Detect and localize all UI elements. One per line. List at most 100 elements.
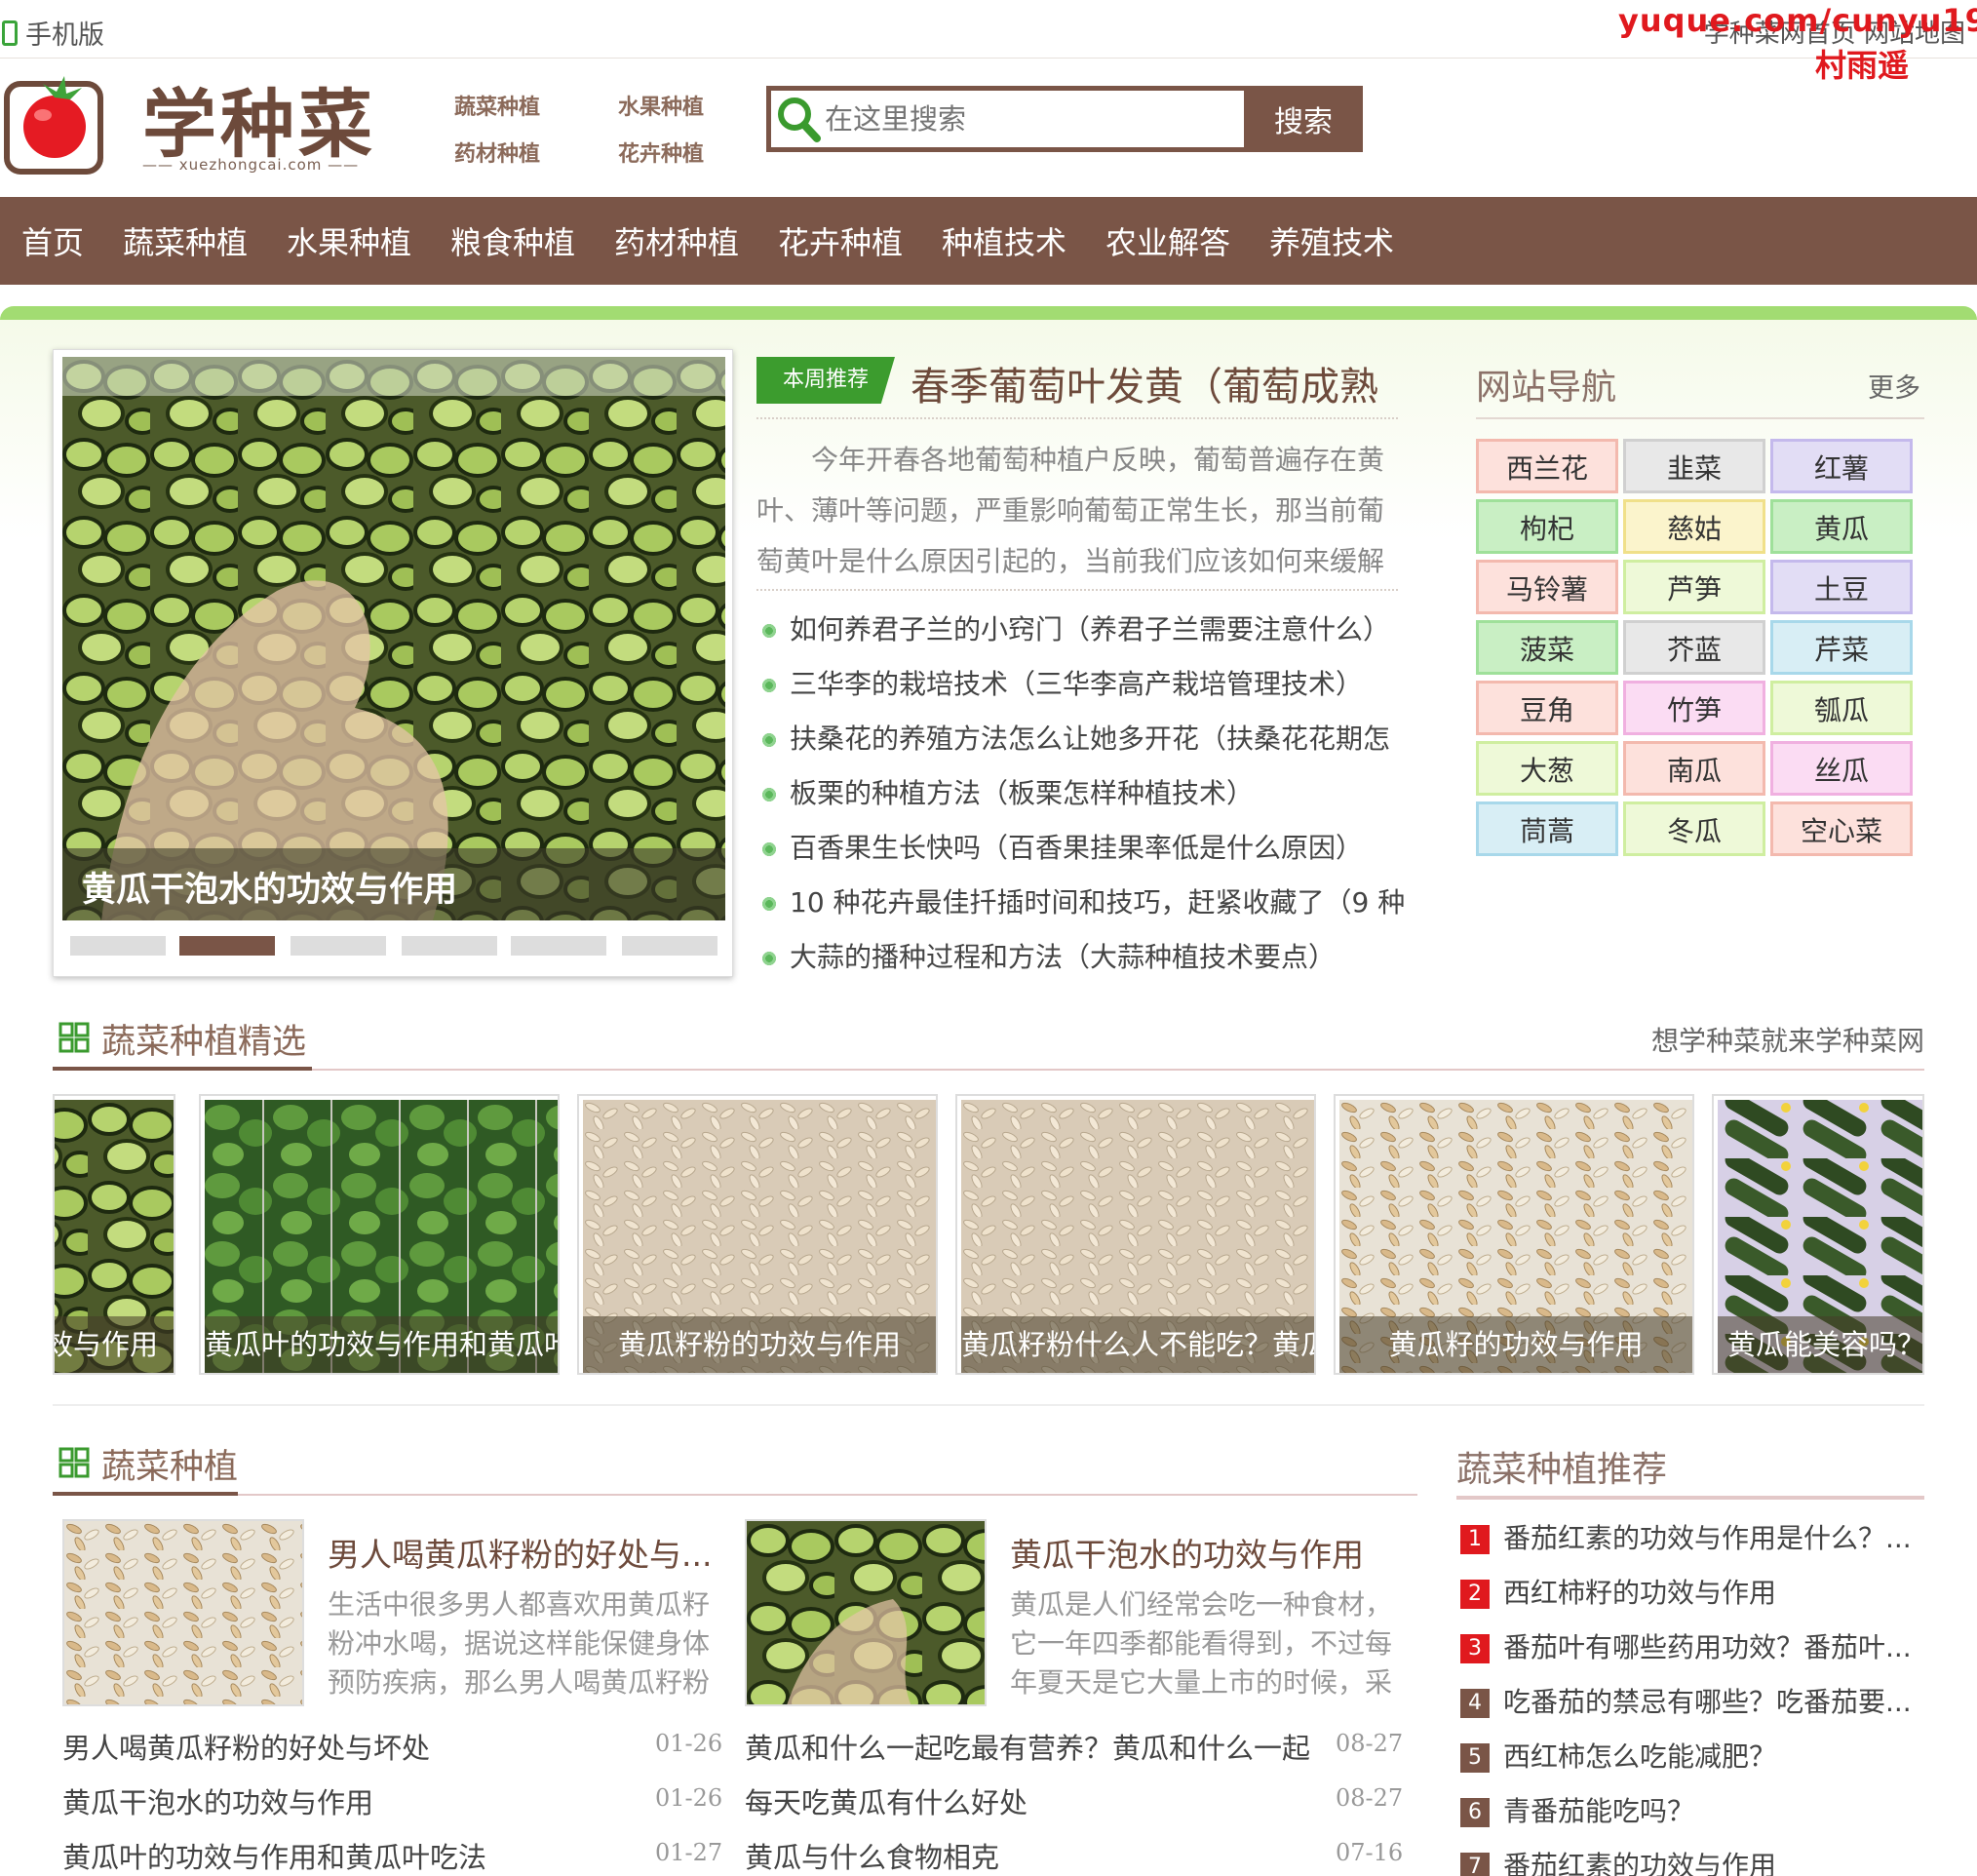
rank-badge: 6 xyxy=(1460,1798,1490,1827)
article-date: 01-26 xyxy=(655,1730,723,1757)
grid-icon xyxy=(58,1022,90,1053)
site-nav-tile[interactable]: 南瓜 xyxy=(1623,741,1765,796)
site-nav-tile[interactable]: 芦笋 xyxy=(1623,560,1765,614)
article-link[interactable]: 黄瓜和什么一起吃最有营养？黄瓜和什么一起 xyxy=(745,1726,1310,1767)
bullet-icon xyxy=(760,895,778,913)
section-title-vegetable: 蔬菜种植 xyxy=(101,1448,239,1487)
article-title[interactable]: 男人喝黄瓜籽粉的好处与... xyxy=(328,1529,712,1576)
site-nav-tile[interactable]: 豆角 xyxy=(1476,681,1618,735)
featured-list-item[interactable]: 百香果生长快吗（百香果挂果率低是什么原因） xyxy=(760,827,1404,866)
recommend-text: 吃番茄的禁忌有哪些？吃番茄要... xyxy=(1503,1686,1912,1718)
nav-home[interactable]: 首页 xyxy=(21,218,84,263)
nav-grain[interactable]: 粮食种植 xyxy=(450,218,575,263)
tomato-logo-icon[interactable] xyxy=(4,70,105,176)
site-nav-tile[interactable]: 冬瓜 xyxy=(1623,801,1765,856)
search-button[interactable]: 搜索 xyxy=(1244,86,1363,152)
article-date: 07-16 xyxy=(1336,1839,1404,1866)
nav-flower[interactable]: 花卉种植 xyxy=(778,218,903,263)
site-nav-tile[interactable]: 菠菜 xyxy=(1476,620,1618,675)
article-title[interactable]: 黄瓜干泡水的功效与作用 xyxy=(1010,1529,1364,1576)
recommend-item[interactable]: 7 番茄红素的功效与作用 xyxy=(1460,1845,1776,1876)
featured-list-item[interactable]: 三华李的栽培技术（三华李高产栽培管理技术） xyxy=(760,663,1404,702)
nav-herb[interactable]: 药材种植 xyxy=(614,218,739,263)
recommend-item[interactable]: 5 西红柿怎么吃能减肥？ xyxy=(1460,1736,1776,1775)
nav-qa[interactable]: 农业解答 xyxy=(1105,218,1230,263)
site-nav-tile[interactable]: 慈姑 xyxy=(1623,499,1765,554)
article-link[interactable]: 黄瓜与什么食物相克 xyxy=(745,1835,999,1876)
item-text: 扶桑花的养殖方法怎么让她多开花（扶桑花花期怎 xyxy=(790,723,1391,755)
site-nav-tile[interactable]: 竹笋 xyxy=(1623,681,1765,735)
header-link-herb[interactable]: 药材种植 xyxy=(454,137,540,168)
selected-card[interactable]: 黄瓜籽的功效与作用 xyxy=(1334,1094,1694,1375)
site-nav-tile[interactable]: 马铃薯 xyxy=(1476,560,1618,614)
rank-badge: 4 xyxy=(1460,1689,1490,1718)
article-link[interactable]: 男人喝黄瓜籽粉的好处与坏处 xyxy=(62,1726,430,1767)
slide-dot-active[interactable] xyxy=(179,936,275,956)
recommend-item[interactable]: 1 番茄红素的功效与作用是什么？... xyxy=(1460,1517,1912,1556)
recommend-item[interactable]: 6 青番茄能吃吗？ xyxy=(1460,1790,1694,1829)
selected-card[interactable]: 黄瓜叶的功效与作用和黄瓜叶吃法 xyxy=(199,1094,560,1375)
site-nav-tile[interactable]: 空心菜 xyxy=(1770,801,1913,856)
slide-dot[interactable] xyxy=(70,936,166,956)
article-link[interactable]: 黄瓜叶的功效与作用和黄瓜叶吃法 xyxy=(62,1835,486,1876)
slideshow-image[interactable] xyxy=(62,357,725,920)
card-caption: 黄瓜籽粉的功效与作用 xyxy=(583,1316,936,1373)
phone-icon xyxy=(2,20,18,46)
search-input[interactable] xyxy=(825,96,1234,142)
recommend-title: 蔬菜种植推荐 xyxy=(1456,1450,1668,1490)
site-nav-tile[interactable]: 红薯 xyxy=(1770,439,1913,493)
selected-card[interactable]: 黄瓜籽粉的功效与作用 xyxy=(577,1094,938,1375)
nav-vegetable[interactable]: 蔬菜种植 xyxy=(123,218,248,263)
selected-card[interactable]: 黄瓜干泡水的功效与作用 xyxy=(53,1094,175,1375)
site-nav-more-link[interactable]: 更多 xyxy=(1868,367,1920,405)
slide-dot[interactable] xyxy=(291,936,386,956)
recommend-item[interactable]: 3 番茄叶有哪些药用功效？番茄叶... xyxy=(1460,1626,1912,1665)
article-date: 01-26 xyxy=(655,1784,723,1812)
header-link-fruit[interactable]: 水果种植 xyxy=(618,90,704,121)
header-link-flower[interactable]: 花卉种植 xyxy=(618,137,704,168)
site-nav-tile[interactable]: 茼蒿 xyxy=(1476,801,1618,856)
slide-dot[interactable] xyxy=(622,936,717,956)
article-link[interactable]: 黄瓜干泡水的功效与作用 xyxy=(62,1780,373,1821)
featured-list-item[interactable]: 大蒜的播种过程和方法（大蒜种植技术要点） xyxy=(760,936,1404,975)
site-nav-tile[interactable]: 芥蓝 xyxy=(1623,620,1765,675)
slide-dot[interactable] xyxy=(511,936,606,956)
site-nav-tile[interactable]: 瓠瓜 xyxy=(1770,681,1913,735)
site-nav-tile[interactable]: 芹菜 xyxy=(1770,620,1913,675)
bullet-icon xyxy=(760,840,778,858)
site-nav-tile[interactable]: 西兰花 xyxy=(1476,439,1618,493)
site-nav-tile[interactable]: 枸杞 xyxy=(1476,499,1618,554)
site-nav-tile[interactable]: 黄瓜 xyxy=(1770,499,1913,554)
card-caption: 黄瓜籽粉什么人不能吃？黄瓜籽粉的禁忌 xyxy=(961,1316,1314,1373)
featured-list-item[interactable]: 如何养君子兰的小窍门（养君子兰需要注意什么） xyxy=(760,608,1404,647)
article-thumbnail[interactable] xyxy=(62,1519,304,1706)
featured-list-item[interactable]: 板栗的种植方法（板栗怎样种植技术） xyxy=(760,772,1404,811)
divider xyxy=(53,1069,1924,1071)
divider xyxy=(1476,417,1924,419)
article-link[interactable]: 每天吃黄瓜有什么好处 xyxy=(745,1780,1027,1821)
featured-list-item[interactable]: 扶桑花的养殖方法怎么让她多开花（扶桑花花期怎 xyxy=(760,718,1404,757)
bullet-icon xyxy=(760,731,778,749)
site-nav-tile[interactable]: 土豆 xyxy=(1770,560,1913,614)
nav-fruit[interactable]: 水果种植 xyxy=(287,218,411,263)
recommend-item[interactable]: 4 吃番茄的禁忌有哪些？吃番茄要... xyxy=(1460,1681,1912,1720)
site-nav-tile[interactable]: 韭菜 xyxy=(1623,439,1765,493)
rank-badge: 1 xyxy=(1460,1525,1490,1554)
header-link-vegetable[interactable]: 蔬菜种植 xyxy=(454,90,540,121)
featured-list-item[interactable]: 10 种花卉最佳扦插时间和技巧，赶紧收藏了（9 种 xyxy=(760,881,1404,920)
site-nav-tile[interactable]: 丝瓜 xyxy=(1770,741,1913,796)
nav-breeding[interactable]: 养殖技术 xyxy=(1269,218,1394,263)
mobile-label: 手机版 xyxy=(25,20,104,51)
nav-technique[interactable]: 种植技术 xyxy=(942,218,1066,263)
mobile-version-link[interactable]: 手机版 xyxy=(2,14,104,52)
divider xyxy=(53,1404,1924,1406)
selected-card[interactable]: 黄瓜籽粉什么人不能吃？黄瓜籽粉的禁忌 xyxy=(955,1094,1316,1375)
slide-dot[interactable] xyxy=(402,936,497,956)
slideshow-caption[interactable]: 黄瓜干泡水的功效与作用 xyxy=(62,848,725,920)
article-thumbnail[interactable] xyxy=(745,1519,987,1706)
article-date: 08-27 xyxy=(1336,1784,1404,1812)
recommend-item[interactable]: 2 西红柿籽的功效与作用 xyxy=(1460,1572,1776,1611)
site-nav-tile[interactable]: 大葱 xyxy=(1476,741,1618,796)
featured-title[interactable]: 春季葡萄叶发黄（葡萄成熟 xyxy=(911,355,1378,411)
selected-card[interactable]: 黄瓜能美容吗？黄瓜 xyxy=(1712,1094,1924,1375)
